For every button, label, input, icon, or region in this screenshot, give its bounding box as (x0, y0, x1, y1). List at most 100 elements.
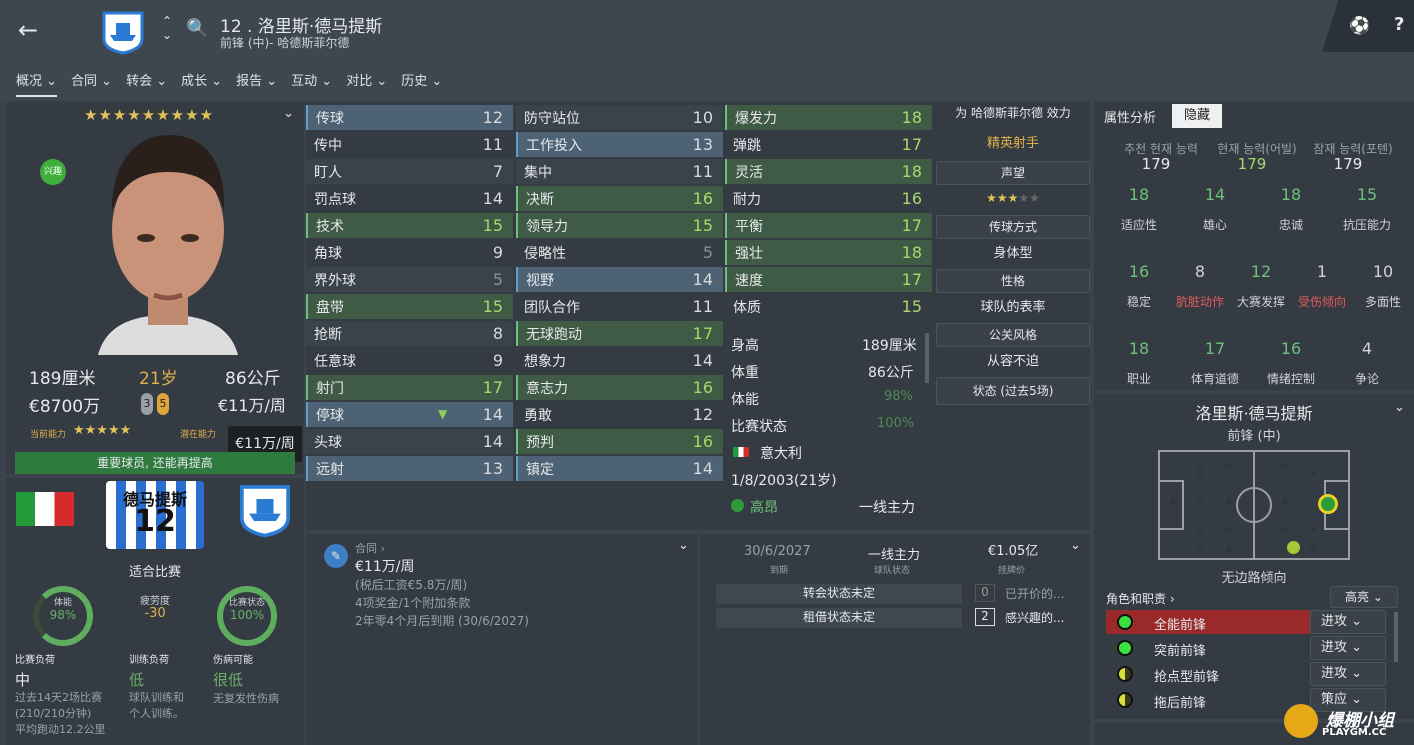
injury-value: 很低 (213, 671, 244, 689)
attr-row[interactable]: 决断 16 (516, 186, 723, 211)
attr-row[interactable]: 速度 17 (725, 267, 932, 292)
info-scrollbar[interactable] (925, 333, 929, 383)
highlight-select[interactable]: 高亮 ⌄ (1330, 586, 1398, 608)
attr-row[interactable]: 集中 11 (516, 159, 723, 184)
attr-row[interactable]: 想象力 14 (516, 348, 723, 373)
attr-name: 弹跳 (733, 137, 761, 154)
tab-contract[interactable]: 合同 ⌄ (71, 74, 112, 89)
attr-row[interactable]: 技术 15 (306, 213, 513, 238)
contract-chevron-icon[interactable]: ⌄ (678, 538, 689, 553)
train-load-value: 低 (129, 671, 145, 689)
tab-attribute-analysis[interactable]: 属性分析 (1104, 107, 1156, 126)
media-style-value: 从容不迫 (986, 354, 1039, 369)
form-header[interactable]: 状态 (过去5场) (936, 377, 1090, 405)
tab-history[interactable]: 历史 ⌄ (401, 74, 442, 89)
attr-row[interactable]: 传球 12 (306, 105, 513, 130)
tab-hidden[interactable]: 隐藏 (1172, 104, 1222, 128)
attr-name: 工作投入 (526, 137, 582, 154)
attr-row[interactable]: 爆发力 18 (725, 105, 932, 130)
tab-development[interactable]: 成长 ⌄ (181, 74, 222, 89)
attr-row[interactable]: 盯人 7 (306, 159, 513, 184)
role-row[interactable] (1106, 610, 1310, 634)
attr-row[interactable]: 预判 16 (516, 429, 723, 454)
duty-select[interactable]: 进攻 ⌄ (1310, 610, 1386, 634)
attr-row[interactable]: 停球 14 (306, 402, 513, 427)
help-icon[interactable]: ? (1394, 14, 1404, 35)
globe-icon[interactable]: ⚽ (1349, 16, 1370, 36)
attr-row[interactable]: 射门 17 (306, 375, 513, 400)
wage-value: €11万/周 (218, 396, 286, 415)
attr-name: 意志力 (526, 380, 568, 397)
attr-row[interactable]: 头球 14 (306, 429, 513, 454)
tab-overview[interactable]: 概况 ⌄ (16, 74, 58, 97)
attr-row[interactable]: 镇定 14 (516, 456, 723, 481)
attr-value: 17 (901, 216, 922, 235)
position-chevron-icon[interactable]: ⌄ (1394, 400, 1405, 415)
pitch-center-circle (1236, 487, 1272, 523)
tab-reports[interactable]: 报告 ⌄ (236, 74, 277, 89)
role-row[interactable] (1106, 636, 1310, 660)
height-label: 身高 (731, 338, 759, 354)
search-icon[interactable]: 🔍 (186, 18, 208, 39)
attr-row[interactable]: 耐力 16 (725, 186, 932, 211)
attr-row[interactable]: 体质 15 (725, 294, 932, 319)
attr-row[interactable]: 角球 9 (306, 240, 513, 265)
attr-value: 5 (492, 270, 503, 289)
attr-row[interactable]: 领导力 15 (516, 213, 723, 238)
interest-badge: 兴趣 (40, 159, 66, 185)
attr-row[interactable]: 意志力 16 (516, 375, 723, 400)
hidden-attr-value: 10 (1372, 262, 1394, 281)
attr-value: 18 (901, 108, 922, 127)
attr-name: 传球 (316, 110, 344, 127)
attr-value: 17 (901, 135, 922, 154)
attr-row[interactable]: 传中 11 (306, 132, 513, 157)
attr-name: 传中 (314, 137, 342, 154)
attr-row[interactable]: 平衡 17 (725, 213, 932, 238)
offers-label[interactable]: 已开价的... (1005, 585, 1064, 602)
attr-row[interactable]: 远射 13 (306, 456, 513, 481)
roles-scrollbar[interactable] (1394, 612, 1398, 662)
weight-label: 体重 (731, 365, 759, 381)
attr-row[interactable]: 抢断 8 (306, 321, 513, 346)
attr-row[interactable]: 灵活 18 (725, 159, 932, 184)
attr-row[interactable]: 任意球 9 (306, 348, 513, 373)
attr-value: 15 (482, 297, 503, 316)
role-name: 突前前锋 (1154, 644, 1207, 659)
pitch-slot (1197, 526, 1203, 532)
role-row[interactable] (1106, 688, 1310, 712)
attr-value: 17 (692, 324, 713, 343)
attr-row[interactable]: 勇敢 12 (516, 402, 723, 427)
contract-heading[interactable]: 合同 › (355, 540, 385, 556)
tab-compare[interactable]: 对比 ⌄ (346, 74, 387, 89)
attr-row[interactable]: 工作投入 13 (516, 132, 723, 157)
attr-row[interactable]: 无球跑动 17 (516, 321, 723, 346)
height-value: 189厘米 (29, 369, 96, 389)
train-load-text: 球队训练和 个人训练。 (129, 691, 184, 720)
attr-row[interactable]: 罚点球 14 (306, 186, 513, 211)
interested-label[interactable]: 感兴趣的... (1005, 609, 1064, 626)
back-arrow-icon[interactable]: ← (18, 16, 38, 44)
roles-heading[interactable]: 角色和职责 › (1106, 590, 1175, 607)
attr-name: 远射 (316, 461, 344, 478)
transfer-status: 转会状态未定 (716, 584, 962, 604)
edit-contract-icon[interactable]: ✎ (324, 544, 348, 568)
attr-row[interactable]: 弹跳 17 (725, 132, 932, 157)
panel-expand-chevron-icon[interactable]: ⌄ (283, 106, 294, 121)
attr-row[interactable]: 防守站位 10 (516, 105, 723, 130)
fitness-label: 体能 (53, 598, 72, 608)
attr-row[interactable]: 界外球 5 (306, 267, 513, 292)
attr-value: 16 (692, 432, 713, 451)
attr-name: 抢断 (314, 326, 342, 343)
duty-select[interactable]: 进攻 ⌄ (1310, 636, 1386, 660)
pitch-slot (1310, 546, 1316, 552)
attr-row[interactable]: 盘带 15 (306, 294, 513, 319)
attr-row[interactable]: 侵略性 5 (516, 240, 723, 265)
player-switch-chevron-icon[interactable]: ⌃ ⌄ (162, 14, 172, 42)
attr-row[interactable]: 团队合作 11 (516, 294, 723, 319)
attr-row[interactable]: 视野 14 (516, 267, 723, 292)
transfer-chevron-icon[interactable]: ⌄ (1070, 538, 1081, 553)
tab-interaction[interactable]: 互动 ⌄ (291, 74, 332, 89)
attr-row[interactable]: 强壮 18 (725, 240, 932, 265)
duty-select[interactable]: 进攻 ⌄ (1310, 662, 1386, 686)
tab-transfer[interactable]: 转会 ⌄ (126, 74, 167, 89)
